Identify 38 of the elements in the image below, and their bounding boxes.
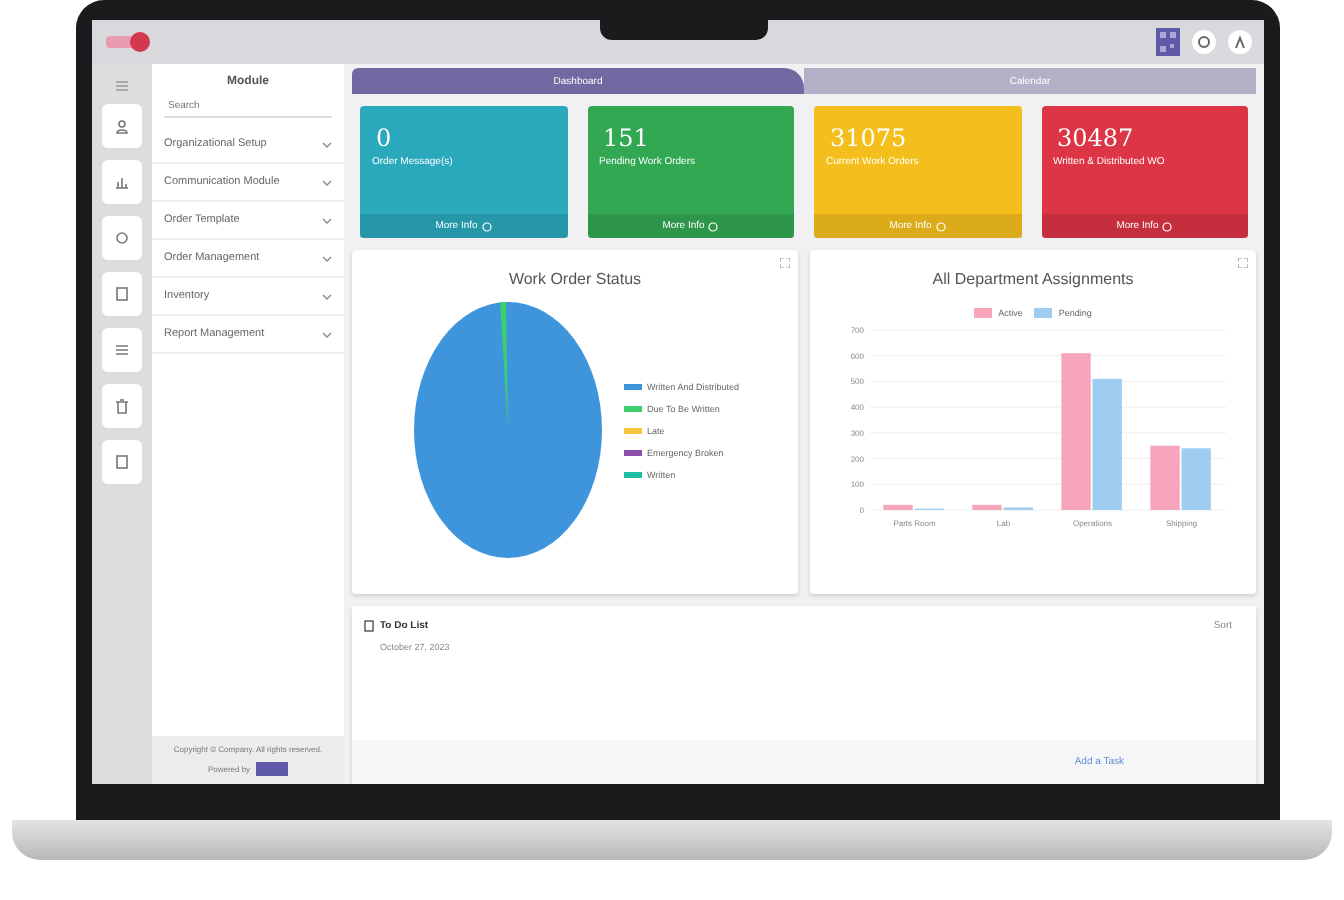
sidebar-button[interactable] xyxy=(102,272,142,316)
arrow-circle-icon xyxy=(935,221,946,231)
chart-icon xyxy=(114,174,130,190)
qr-code-icon[interactable] xyxy=(1156,28,1180,56)
stat-value: 31075 xyxy=(828,122,909,156)
arrow-circle-icon xyxy=(708,221,719,231)
sidebar-button[interactable] xyxy=(102,384,142,428)
logo-icon xyxy=(104,30,152,54)
chevron-icon xyxy=(322,255,332,261)
expand-icon[interactable] xyxy=(780,258,790,268)
chevron-icon xyxy=(322,141,332,147)
document-icon xyxy=(114,286,130,302)
sidebar-button[interactable] xyxy=(102,216,142,260)
sidebar-button[interactable] xyxy=(102,328,142,372)
arrow-circle-icon xyxy=(481,221,492,231)
legend-swatch xyxy=(974,308,993,318)
arrow-circle-icon xyxy=(1162,221,1173,231)
stat-value: 0 xyxy=(374,122,394,156)
chart-title: Work Order Status xyxy=(508,270,642,288)
chevron-icon xyxy=(322,293,332,299)
sidebar-button[interactable] xyxy=(102,104,142,148)
chevron-icon xyxy=(322,179,332,185)
legend-swatch xyxy=(1034,308,1053,318)
chart-bar xyxy=(1149,445,1179,510)
expand-icon[interactable] xyxy=(1238,258,1248,268)
chart-bar xyxy=(1180,448,1210,510)
stat-value: 151 xyxy=(601,122,651,156)
stat-value: 30487 xyxy=(1055,122,1136,156)
chart-bar xyxy=(1091,378,1121,510)
chevron-icon xyxy=(322,217,332,223)
sidebar-button[interactable] xyxy=(102,440,142,484)
chevron-icon xyxy=(322,331,332,337)
clipboard-icon xyxy=(364,620,374,632)
trash-icon xyxy=(114,398,130,414)
menu-icon[interactable] xyxy=(116,80,128,92)
chart-title: All Department Assignments xyxy=(932,270,1134,288)
logo-icon xyxy=(256,762,289,776)
sidebar-button[interactable] xyxy=(102,160,142,204)
